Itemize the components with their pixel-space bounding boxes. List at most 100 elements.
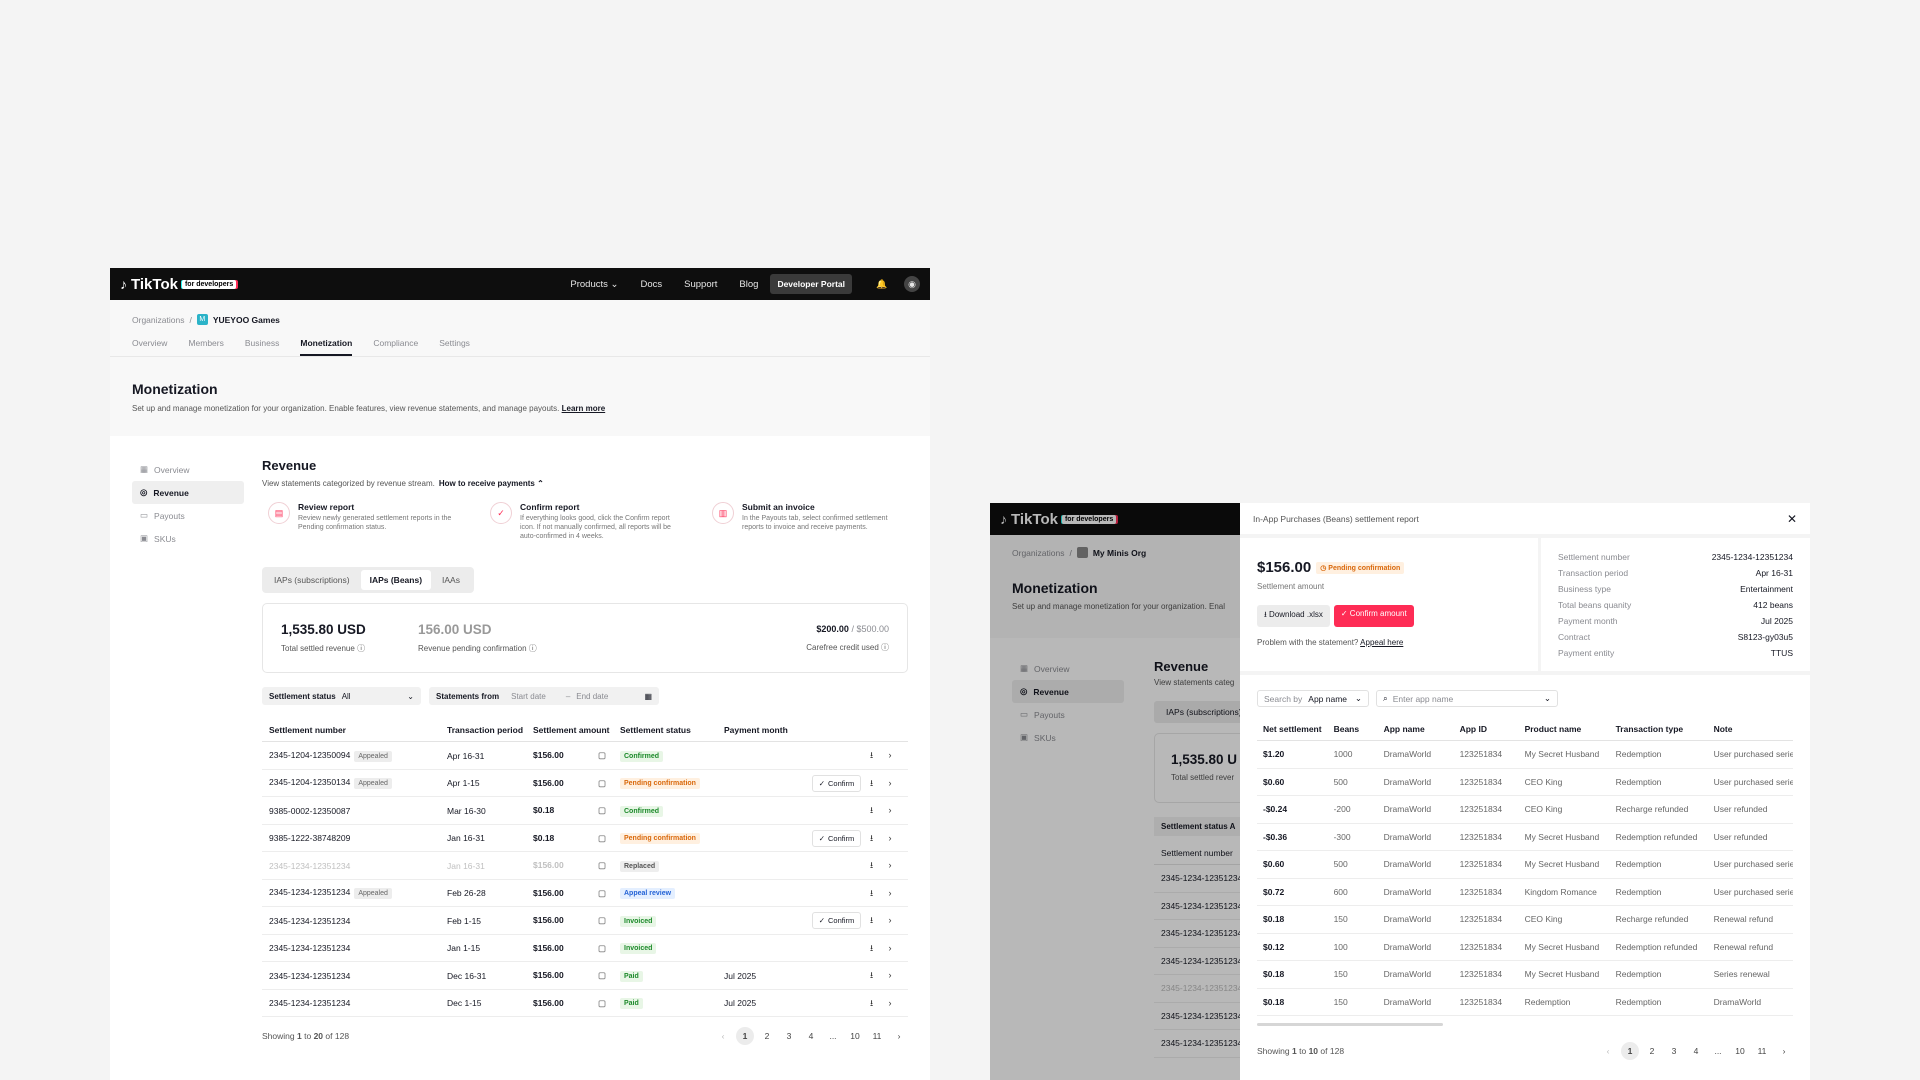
next-page-icon[interactable]: › <box>1775 1042 1793 1060</box>
next-page-icon[interactable]: › <box>890 1027 908 1045</box>
nav-products[interactable]: Products ⌄ <box>570 279 618 290</box>
download-icon[interactable]: ⭳ <box>864 996 880 1012</box>
table-row[interactable]: $0.18 150 DramaWorld 123251834 Redemption Red… <box>1257 988 1793 1016</box>
status-filter[interactable]: Settlement status All ⌄ <box>262 687 421 706</box>
table-row[interactable]: $1.20 1000 DramaWorld 123251834 My Secret Hu… <box>1257 740 1793 769</box>
confirm-amount-button[interactable]: ✓ Confirm amount <box>1333 605 1414 627</box>
appeal-link[interactable]: Appeal here <box>1360 638 1403 647</box>
page-11[interactable]: 11 <box>1753 1042 1771 1060</box>
download-icon[interactable]: ⭳ <box>864 886 880 902</box>
chevron-right-icon[interactable]: › <box>882 967 898 983</box>
date-range-filter[interactable]: Statements from Start date – End date ▦ <box>429 687 659 706</box>
tab-business[interactable]: Business <box>245 338 280 356</box>
page-4[interactable]: 4 <box>1687 1042 1705 1060</box>
tiktok-logo[interactable]: ♪ TikTok for developers <box>120 276 237 293</box>
table-row[interactable]: -$0.36 -300 DramaWorld 123251834 My Secret H… <box>1257 823 1793 851</box>
comment-icon[interactable]: ▢ <box>598 833 606 844</box>
table-row[interactable]: $0.18 150 DramaWorld 123251834 CEO King Recha… <box>1257 905 1793 934</box>
comment-icon[interactable]: ▢ <box>598 860 606 871</box>
download-icon[interactable]: ⭳ <box>864 941 880 957</box>
chevron-right-icon[interactable]: › <box>882 802 898 818</box>
page-2[interactable]: 2 <box>1643 1042 1661 1060</box>
download-icon[interactable]: ⭳ <box>864 776 880 792</box>
table-row[interactable]: 9385-1222-38748209 Jan 16-31 $0.18 ▢ Pending… <box>262 824 908 853</box>
table-row[interactable]: $0.60 500 DramaWorld 123251834 CEO King Redem… <box>1257 768 1793 796</box>
chevron-right-icon[interactable]: › <box>882 912 898 928</box>
table-row[interactable]: 2345-1234-12351234 Feb 1-15 $156.00 ▢ Invoic… <box>262 906 908 935</box>
horizontal-scrollbar[interactable] <box>1257 1023 1443 1026</box>
nav-support[interactable]: Support <box>684 279 717 290</box>
sidebar-item-overview[interactable]: ▦ Overview <box>132 458 244 481</box>
confirm-button[interactable]: ✓ Confirm <box>811 829 862 847</box>
tab-members[interactable]: Members <box>188 338 223 356</box>
close-icon[interactable]: ✕ <box>1787 512 1797 526</box>
info-icon[interactable]: ⓘ <box>881 643 889 652</box>
download-icon[interactable]: ⭳ <box>864 831 880 847</box>
tab-settings[interactable]: Settings <box>439 338 470 356</box>
info-icon[interactable]: ⓘ <box>529 644 537 653</box>
page-11[interactable]: 11 <box>868 1027 886 1045</box>
comment-icon[interactable]: ▢ <box>598 750 606 761</box>
sidebar-item-revenue[interactable]: ◎ Revenue <box>132 481 244 504</box>
app-name-search-input[interactable]: ⌕ Enter app name ⌄ <box>1376 690 1558 707</box>
comment-icon[interactable]: ▢ <box>598 998 606 1009</box>
avatar[interactable]: ◉ <box>904 276 920 292</box>
page-10[interactable]: 10 <box>846 1027 864 1045</box>
chevron-right-icon[interactable]: › <box>882 940 898 956</box>
nav-blog[interactable]: Blog <box>739 279 758 290</box>
download-icon[interactable]: ⭳ <box>864 748 880 764</box>
table-row[interactable]: 2345-1234-12351234 Jan 16-31 $156.00 ▢ Repla… <box>262 851 908 880</box>
table-row[interactable]: $0.60 500 DramaWorld 123251834 My Secret Hus… <box>1257 850 1793 879</box>
download-icon[interactable]: ⭳ <box>864 803 880 819</box>
tab-overview[interactable]: Overview <box>132 338 167 356</box>
chevron-right-icon[interactable]: › <box>882 995 898 1011</box>
how-to-receive-toggle[interactable]: How to receive payments ⌃ <box>439 479 544 488</box>
table-row[interactable]: 2345-1234-12351234 Dec 16-31 $156.00 ▢ Paid J… <box>262 961 908 990</box>
page-1[interactable]: 1 <box>736 1027 754 1046</box>
prev-page-icon[interactable]: ‹ <box>1599 1042 1617 1060</box>
table-row[interactable]: 2345-1234-12351234 Appealed Feb 26-28 $156.… <box>262 879 908 908</box>
table-row[interactable]: $0.18 150 DramaWorld 123251834 My Secret Hus… <box>1257 960 1793 989</box>
table-row[interactable]: 2345-1234-12351234 Dec 1-15 $156.00 ▢ Paid Ju… <box>262 989 908 1018</box>
chevron-right-icon[interactable]: › <box>882 775 898 791</box>
bell-icon[interactable]: 🔔 <box>874 276 890 292</box>
table-row[interactable]: -$0.24 -200 DramaWorld 123251834 CEO King Rec… <box>1257 795 1793 824</box>
tab-iaas[interactable]: IAAs <box>433 570 469 590</box>
download-xlsx-button[interactable]: ⭳ Download .xlsx <box>1257 605 1330 627</box>
nav-docs[interactable]: Docs <box>640 279 662 290</box>
download-icon[interactable]: ⭳ <box>864 913 880 929</box>
comment-icon[interactable]: ▢ <box>598 805 606 816</box>
search-by-select[interactable]: Search by App name ⌄ <box>1257 690 1369 707</box>
sidebar-item-skus[interactable]: ▣ SKUs <box>132 527 244 550</box>
table-row[interactable]: 2345-1204-12350094 Appealed Apr 16-31 $156.… <box>262 741 908 770</box>
comment-icon[interactable]: ▢ <box>598 970 606 981</box>
page-1[interactable]: 1 <box>1621 1042 1639 1060</box>
sidebar-item-payouts[interactable]: ▭ Payouts <box>132 504 244 527</box>
learn-more-link[interactable]: Learn more <box>562 404 606 413</box>
chevron-right-icon[interactable]: › <box>882 747 898 763</box>
page-3[interactable]: 3 <box>780 1027 798 1045</box>
page-4[interactable]: 4 <box>802 1027 820 1045</box>
comment-icon[interactable]: ▢ <box>598 778 606 789</box>
tab-iaps-subscriptions[interactable]: IAPs (subscriptions) <box>265 570 359 590</box>
page-2[interactable]: 2 <box>758 1027 776 1045</box>
comment-icon[interactable]: ▢ <box>598 888 606 899</box>
confirm-button[interactable]: ✓ Confirm <box>811 774 862 792</box>
chevron-right-icon[interactable]: › <box>882 857 898 873</box>
tab-iaps-beans[interactable]: IAPs (Beans) <box>360 570 432 591</box>
page-3[interactable]: 3 <box>1665 1042 1683 1060</box>
comment-icon[interactable]: ▢ <box>598 915 606 926</box>
table-row[interactable]: $0.72 600 DramaWorld 123251834 Kingdom Roman… <box>1257 878 1793 906</box>
chevron-right-icon[interactable]: › <box>882 830 898 846</box>
prev-page-icon[interactable]: ‹ <box>714 1027 732 1045</box>
download-icon[interactable]: ⭳ <box>864 968 880 984</box>
table-row[interactable]: $0.12 100 DramaWorld 123251834 My Secret Hus… <box>1257 933 1793 961</box>
breadcrumb-root[interactable]: Organizations <box>132 315 184 325</box>
tab-monetization[interactable]: Monetization <box>300 338 353 356</box>
page-10[interactable]: 10 <box>1731 1042 1749 1060</box>
modal-overlay[interactable] <box>990 503 1240 1080</box>
table-row[interactable]: 2345-1204-12350134 Appealed Apr 1-15 $156.0… <box>262 769 908 798</box>
tab-compliance[interactable]: Compliance <box>373 338 418 356</box>
developer-portal-button[interactable]: Developer Portal <box>770 274 852 294</box>
table-row[interactable]: 9385-0002-12350087 Mar 16-30 $0.18 ▢ Confirm… <box>262 796 908 825</box>
